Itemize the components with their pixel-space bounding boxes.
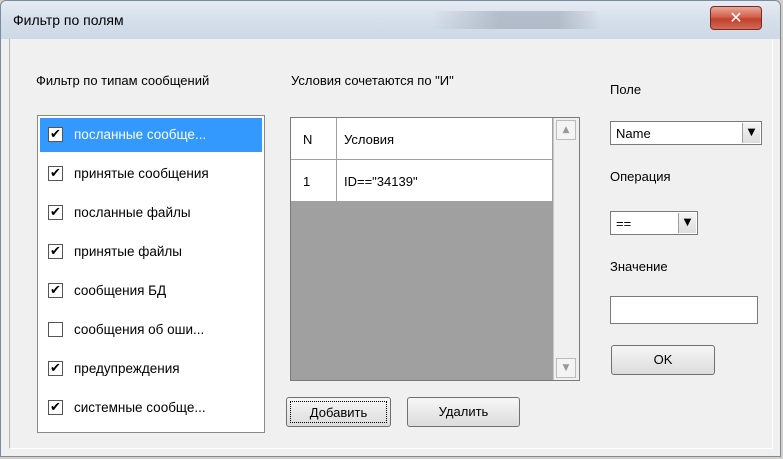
check-icon: ✔	[50, 400, 61, 415]
checkbox[interactable]: ✔	[48, 166, 63, 181]
add-button-label: Добавить	[290, 401, 387, 423]
ok-button-label: OK	[653, 352, 673, 367]
checkbox[interactable]: ✔	[48, 283, 63, 298]
conditions-grid[interactable]: N Условия 1 ID=="34139" ▲ ▼	[290, 117, 580, 381]
filter-dialog-window: Фильтр по полям ✕ Фильтр по типам сообще…	[0, 0, 781, 457]
table-cell-n[interactable]: 1	[291, 160, 337, 202]
list-item-received-files[interactable]: ✔ принятые файлы	[40, 235, 262, 269]
checkbox[interactable]: ✔	[48, 244, 63, 259]
message-types-listbox[interactable]: ✔ посланные сообще... ✔ принятые сообщен…	[37, 115, 265, 433]
column-header-label: Условия	[344, 132, 395, 147]
value-label: Значение	[610, 259, 668, 274]
list-item-sent-files[interactable]: ✔ посланные файлы	[40, 196, 262, 230]
operation-label: Операция	[610, 169, 671, 184]
list-item-label: системные сообще...	[74, 400, 206, 415]
check-icon: ✔	[50, 205, 61, 220]
checkbox[interactable]: ✔	[48, 205, 63, 220]
check-icon: ✔	[50, 244, 61, 259]
checkbox[interactable]: ✔	[48, 127, 63, 142]
cell-text: ID=="34139"	[344, 174, 418, 189]
scroll-down-icon: ▼	[562, 363, 570, 373]
list-item-label: предупреждения	[74, 361, 180, 376]
list-item-label: сообщения БД	[74, 283, 167, 298]
background-window-blur	[431, 11, 601, 29]
delete-button[interactable]: Удалить	[407, 397, 520, 427]
conditions-label: Условия сочетаются по "И"	[291, 73, 454, 88]
list-item-warnings[interactable]: ✔ предупреждения	[40, 352, 262, 386]
title-bar[interactable]: Фильтр по полям ✕	[1, 1, 780, 39]
chevron-down-icon[interactable]: ▼	[742, 123, 760, 143]
close-icon: ✕	[729, 8, 743, 27]
field-select-value: Name	[616, 126, 651, 141]
checkbox[interactable]: ✔	[48, 361, 63, 376]
check-icon: ✔	[50, 361, 61, 376]
filter-types-label: Фильтр по типам сообщений	[36, 73, 210, 88]
list-item-received-messages[interactable]: ✔ принятые сообщения	[40, 157, 262, 191]
ok-button[interactable]: OK	[611, 345, 715, 375]
checkbox[interactable]: ✔	[48, 400, 63, 415]
table-cell-condition[interactable]: ID=="34139"	[337, 160, 553, 202]
field-label: Поле	[610, 82, 642, 97]
scroll-up-button[interactable]: ▲	[556, 120, 576, 140]
chevron-down-icon[interactable]: ▼	[678, 213, 696, 233]
list-item-db-messages[interactable]: ✔ сообщения БД	[40, 274, 262, 308]
window-title: Фильтр по полям	[13, 12, 124, 28]
list-item-sent-messages[interactable]: ✔ посланные сообще...	[40, 118, 262, 152]
value-input[interactable]	[610, 296, 758, 324]
field-select[interactable]: Name ▼	[610, 121, 762, 145]
operation-select-value: ==	[616, 216, 632, 231]
check-icon: ✔	[50, 127, 61, 142]
column-header-label: N	[303, 132, 313, 147]
check-icon: ✔	[50, 166, 61, 181]
scroll-down-button[interactable]: ▼	[556, 358, 576, 378]
check-icon: ✔	[50, 283, 61, 298]
vertical-scrollbar[interactable]: ▲ ▼	[553, 118, 579, 380]
column-header-conditions[interactable]: Условия	[337, 118, 553, 160]
list-item-system-messages[interactable]: ✔ системные сообще...	[40, 391, 262, 425]
add-button[interactable]: Добавить	[286, 397, 391, 427]
cell-text: 1	[303, 174, 311, 189]
list-item-label: посланные сообще...	[74, 127, 207, 142]
scroll-up-icon: ▲	[562, 125, 570, 135]
delete-button-label: Удалить	[438, 404, 489, 419]
list-item-label: посланные файлы	[74, 205, 191, 220]
list-item-label: сообщения об оши...	[74, 322, 205, 337]
checkbox[interactable]	[48, 322, 63, 337]
column-header-n[interactable]: N	[291, 118, 337, 160]
operation-select[interactable]: == ▼	[610, 211, 698, 235]
list-item-error-messages[interactable]: сообщения об оши...	[40, 313, 262, 347]
list-item-label: принятые файлы	[74, 244, 183, 259]
close-button[interactable]: ✕	[710, 6, 762, 30]
list-item-label: принятые сообщения	[74, 166, 209, 181]
